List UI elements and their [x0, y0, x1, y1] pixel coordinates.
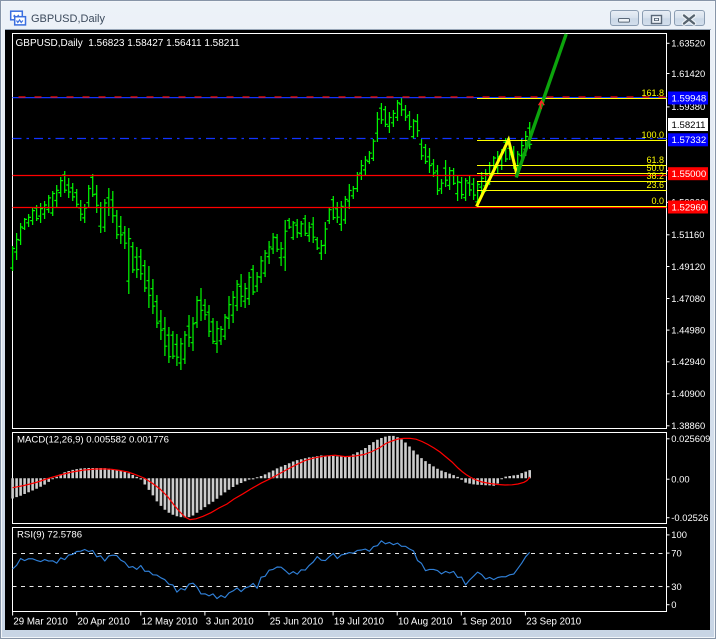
- svg-text:1.61420: 1.61420: [671, 68, 705, 79]
- svg-text:GBPUSD,Daily: GBPUSD,Daily: [31, 13, 105, 25]
- svg-text:GBPUSD,Daily 1.56823 1.58427: GBPUSD,Daily 1.56823 1.58427 1.56411 1.5…: [16, 38, 241, 49]
- svg-text:100: 100: [671, 529, 687, 540]
- svg-text:29 Mar 2010: 29 Mar 2010: [13, 617, 68, 628]
- svg-text:0.00: 0.00: [671, 474, 689, 485]
- svg-text:1.52960: 1.52960: [672, 202, 707, 213]
- svg-text:1.42940: 1.42940: [671, 356, 705, 367]
- svg-text:23.6: 23.6: [646, 180, 664, 190]
- svg-text:1.63520: 1.63520: [671, 38, 705, 49]
- svg-text:20 Apr 2010: 20 Apr 2010: [78, 617, 131, 628]
- svg-text:12 May 2010: 12 May 2010: [142, 617, 199, 628]
- svg-text:0.025609: 0.025609: [671, 433, 710, 444]
- svg-text:30: 30: [671, 581, 681, 592]
- svg-text:1.47080: 1.47080: [671, 293, 705, 304]
- svg-text:10 Aug 2010: 10 Aug 2010: [398, 617, 453, 628]
- svg-text:1.40900: 1.40900: [671, 388, 705, 399]
- svg-text:MACD(12,26,9) 0.005582 0.00177: MACD(12,26,9) 0.005582 0.001776: [17, 435, 169, 446]
- svg-text:70: 70: [671, 547, 681, 558]
- svg-text:RSI(9) 72.5786: RSI(9) 72.5786: [17, 530, 82, 541]
- svg-text:23 Sep 2010: 23 Sep 2010: [526, 617, 582, 628]
- svg-text:-0.02526: -0.02526: [671, 512, 708, 523]
- svg-text:0: 0: [671, 599, 676, 610]
- svg-text:3 Jun 2010: 3 Jun 2010: [206, 617, 255, 628]
- svg-text:19 Jul 2010: 19 Jul 2010: [334, 617, 385, 628]
- svg-text:1.49120: 1.49120: [671, 261, 705, 272]
- svg-text:1.38860: 1.38860: [671, 420, 705, 431]
- svg-text:1.59948: 1.59948: [672, 93, 707, 104]
- svg-text:25 Jun 2010: 25 Jun 2010: [270, 617, 324, 628]
- svg-text:1.57332: 1.57332: [672, 135, 707, 146]
- svg-text:1.51160: 1.51160: [671, 229, 704, 240]
- svg-text:0.0: 0.0: [651, 196, 664, 206]
- svg-text:1.44980: 1.44980: [671, 324, 705, 335]
- svg-text:100.0: 100.0: [641, 130, 664, 140]
- svg-text:1.58211: 1.58211: [672, 120, 706, 131]
- svg-text:1.55000: 1.55000: [672, 169, 707, 180]
- svg-text:161.8: 161.8: [641, 88, 664, 98]
- svg-text:1 Sep 2010: 1 Sep 2010: [462, 617, 512, 628]
